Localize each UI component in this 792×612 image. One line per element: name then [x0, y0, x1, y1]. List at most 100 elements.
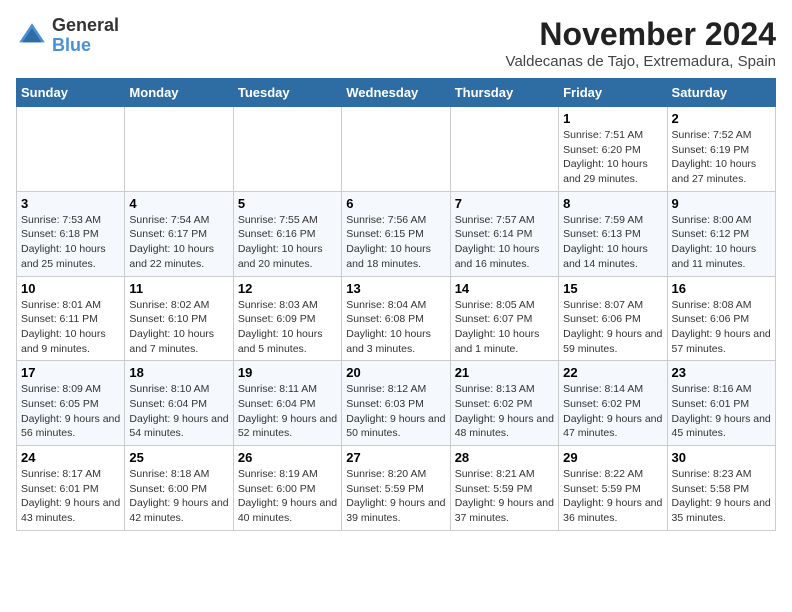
day-detail: Sunrise: 8:04 AM Sunset: 6:08 PM Dayligh… [346, 298, 445, 357]
day-detail: Sunrise: 8:17 AM Sunset: 6:01 PM Dayligh… [21, 467, 120, 526]
day-detail: Sunrise: 7:56 AM Sunset: 6:15 PM Dayligh… [346, 213, 445, 272]
calendar-table: SundayMondayTuesdayWednesdayThursdayFrid… [16, 78, 776, 531]
calendar-cell [125, 107, 233, 192]
calendar-cell: 1 Sunrise: 7:51 AM Sunset: 6:20 PM Daylig… [559, 107, 667, 192]
day-detail: Sunrise: 7:57 AM Sunset: 6:14 PM Dayligh… [455, 213, 554, 272]
calendar-cell: 22Sunrise: 8:14 AM Sunset: 6:02 PM Dayli… [559, 361, 667, 446]
day-number: 18 [129, 365, 228, 380]
calendar-cell: 26Sunrise: 8:19 AM Sunset: 6:00 PM Dayli… [233, 446, 341, 531]
calendar-cell: 19 Sunrise: 8:11 AM Sunset: 6:04 PM Dayli… [233, 361, 341, 446]
day-number: 22 [563, 365, 662, 380]
calendar-header-sunday: Sunday [17, 79, 125, 107]
day-detail: Sunrise: 7:54 AM Sunset: 6:17 PM Dayligh… [129, 213, 228, 272]
calendar-cell: 17 Sunrise: 8:09 AM Sunset: 6:05 PM Dayli… [17, 361, 125, 446]
day-detail: Sunrise: 8:01 AM Sunset: 6:11 PM Dayligh… [21, 298, 120, 357]
calendar-body: 1 Sunrise: 7:51 AM Sunset: 6:20 PM Daylig… [17, 107, 776, 531]
day-detail: Sunrise: 8:03 AM Sunset: 6:09 PM Dayligh… [238, 298, 337, 357]
day-detail: Sunrise: 8:11 AM Sunset: 6:04 PM Dayligh… [238, 382, 337, 441]
day-number: 5 [238, 196, 337, 211]
logo-text: General Blue [52, 16, 119, 56]
calendar-cell: 4 Sunrise: 7:54 AM Sunset: 6:17 PM Daylig… [125, 191, 233, 276]
day-detail: Sunrise: 7:53 AM Sunset: 6:18 PM Dayligh… [21, 213, 120, 272]
day-detail: Sunrise: 8:20 AM Sunset: 5:59 PM Dayligh… [346, 467, 445, 526]
calendar-cell: 8 Sunrise: 7:59 AM Sunset: 6:13 PM Daylig… [559, 191, 667, 276]
calendar-cell: 18Sunrise: 8:10 AM Sunset: 6:04 PM Dayli… [125, 361, 233, 446]
day-number: 2 [672, 111, 771, 126]
day-detail: Sunrise: 8:02 AM Sunset: 6:10 PM Dayligh… [129, 298, 228, 357]
day-number: 14 [455, 281, 554, 296]
day-detail: Sunrise: 8:21 AM Sunset: 5:59 PM Dayligh… [455, 467, 554, 526]
day-number: 25 [129, 450, 228, 465]
calendar-header-friday: Friday [559, 79, 667, 107]
day-number: 9 [672, 196, 771, 211]
day-detail: Sunrise: 7:59 AM Sunset: 6:13 PM Dayligh… [563, 213, 662, 272]
calendar-cell: 24Sunrise: 8:17 AM Sunset: 6:01 PM Dayli… [17, 446, 125, 531]
day-number: 11 [129, 281, 228, 296]
calendar-cell: 2 Sunrise: 7:52 AM Sunset: 6:19 PM Daylig… [667, 107, 775, 192]
calendar-cell: 27Sunrise: 8:20 AM Sunset: 5:59 PM Dayli… [342, 446, 450, 531]
day-number: 3 [21, 196, 120, 211]
day-number: 16 [672, 281, 771, 296]
day-number: 8 [563, 196, 662, 211]
calendar-header-monday: Monday [125, 79, 233, 107]
day-number: 1 [563, 111, 662, 126]
day-detail: Sunrise: 8:16 AM Sunset: 6:01 PM Dayligh… [672, 382, 771, 441]
page-header: General Blue November 2024 Valdecanas de… [16, 16, 776, 70]
day-number: 13 [346, 281, 445, 296]
calendar-cell: 12 Sunrise: 8:03 AM Sunset: 6:09 PM Dayli… [233, 276, 341, 361]
day-detail: Sunrise: 8:08 AM Sunset: 6:06 PM Dayligh… [672, 298, 771, 357]
calendar-cell [450, 107, 558, 192]
calendar-cell: 30 Sunrise: 8:23 AM Sunset: 5:58 PM Dayli… [667, 446, 775, 531]
day-detail: Sunrise: 8:07 AM Sunset: 6:06 PM Dayligh… [563, 298, 662, 357]
calendar-cell [233, 107, 341, 192]
day-number: 15 [563, 281, 662, 296]
day-number: 19 [238, 365, 337, 380]
day-number: 17 [21, 365, 120, 380]
month-year: November 2024 [506, 16, 776, 53]
day-detail: Sunrise: 8:09 AM Sunset: 6:05 PM Dayligh… [21, 382, 120, 441]
day-detail: Sunrise: 8:12 AM Sunset: 6:03 PM Dayligh… [346, 382, 445, 441]
calendar-cell: 16 Sunrise: 8:08 AM Sunset: 6:06 PM Dayli… [667, 276, 775, 361]
logo: General Blue [16, 16, 119, 56]
day-number: 29 [563, 450, 662, 465]
calendar-header: SundayMondayTuesdayWednesdayThursdayFrid… [17, 79, 776, 107]
day-number: 30 [672, 450, 771, 465]
calendar-week-1: 1 Sunrise: 7:51 AM Sunset: 6:20 PM Daylig… [17, 107, 776, 192]
day-detail: Sunrise: 7:51 AM Sunset: 6:20 PM Dayligh… [563, 128, 662, 187]
calendar-cell: 10Sunrise: 8:01 AM Sunset: 6:11 PM Dayli… [17, 276, 125, 361]
calendar-cell: 25 Sunrise: 8:18 AM Sunset: 6:00 PM Dayli… [125, 446, 233, 531]
calendar-cell: 28 Sunrise: 8:21 AM Sunset: 5:59 PM Dayli… [450, 446, 558, 531]
calendar-cell: 29 Sunrise: 8:22 AM Sunset: 5:59 PM Dayli… [559, 446, 667, 531]
calendar-cell: 20Sunrise: 8:12 AM Sunset: 6:03 PM Dayli… [342, 361, 450, 446]
day-detail: Sunrise: 8:00 AM Sunset: 6:12 PM Dayligh… [672, 213, 771, 272]
calendar-cell [342, 107, 450, 192]
location: Valdecanas de Tajo, Extremadura, Spain [506, 53, 776, 70]
calendar-cell: 14Sunrise: 8:05 AM Sunset: 6:07 PM Dayli… [450, 276, 558, 361]
day-detail: Sunrise: 8:18 AM Sunset: 6:00 PM Dayligh… [129, 467, 228, 526]
calendar-cell: 21 Sunrise: 8:13 AM Sunset: 6:02 PM Dayli… [450, 361, 558, 446]
day-detail: Sunrise: 8:13 AM Sunset: 6:02 PM Dayligh… [455, 382, 554, 441]
calendar-cell: 23 Sunrise: 8:16 AM Sunset: 6:01 PM Dayli… [667, 361, 775, 446]
day-detail: Sunrise: 8:22 AM Sunset: 5:59 PM Dayligh… [563, 467, 662, 526]
calendar-cell: 13 Sunrise: 8:04 AM Sunset: 6:08 PM Dayli… [342, 276, 450, 361]
calendar-week-2: 3 Sunrise: 7:53 AM Sunset: 6:18 PM Daylig… [17, 191, 776, 276]
calendar-header-tuesday: Tuesday [233, 79, 341, 107]
day-detail: Sunrise: 7:52 AM Sunset: 6:19 PM Dayligh… [672, 128, 771, 187]
day-number: 26 [238, 450, 337, 465]
day-number: 23 [672, 365, 771, 380]
calendar-cell: 3 Sunrise: 7:53 AM Sunset: 6:18 PM Daylig… [17, 191, 125, 276]
title-block: November 2024 Valdecanas de Tajo, Extrem… [506, 16, 776, 70]
calendar-cell: 7Sunrise: 7:57 AM Sunset: 6:14 PM Daylig… [450, 191, 558, 276]
day-number: 4 [129, 196, 228, 211]
day-number: 21 [455, 365, 554, 380]
calendar-cell: 6 Sunrise: 7:56 AM Sunset: 6:15 PM Daylig… [342, 191, 450, 276]
logo-icon [16, 20, 48, 52]
day-detail: Sunrise: 7:55 AM Sunset: 6:16 PM Dayligh… [238, 213, 337, 272]
day-detail: Sunrise: 8:23 AM Sunset: 5:58 PM Dayligh… [672, 467, 771, 526]
day-number: 6 [346, 196, 445, 211]
day-number: 28 [455, 450, 554, 465]
calendar-header-wednesday: Wednesday [342, 79, 450, 107]
calendar-week-5: 24Sunrise: 8:17 AM Sunset: 6:01 PM Dayli… [17, 446, 776, 531]
calendar-cell: 15 Sunrise: 8:07 AM Sunset: 6:06 PM Dayli… [559, 276, 667, 361]
day-number: 12 [238, 281, 337, 296]
